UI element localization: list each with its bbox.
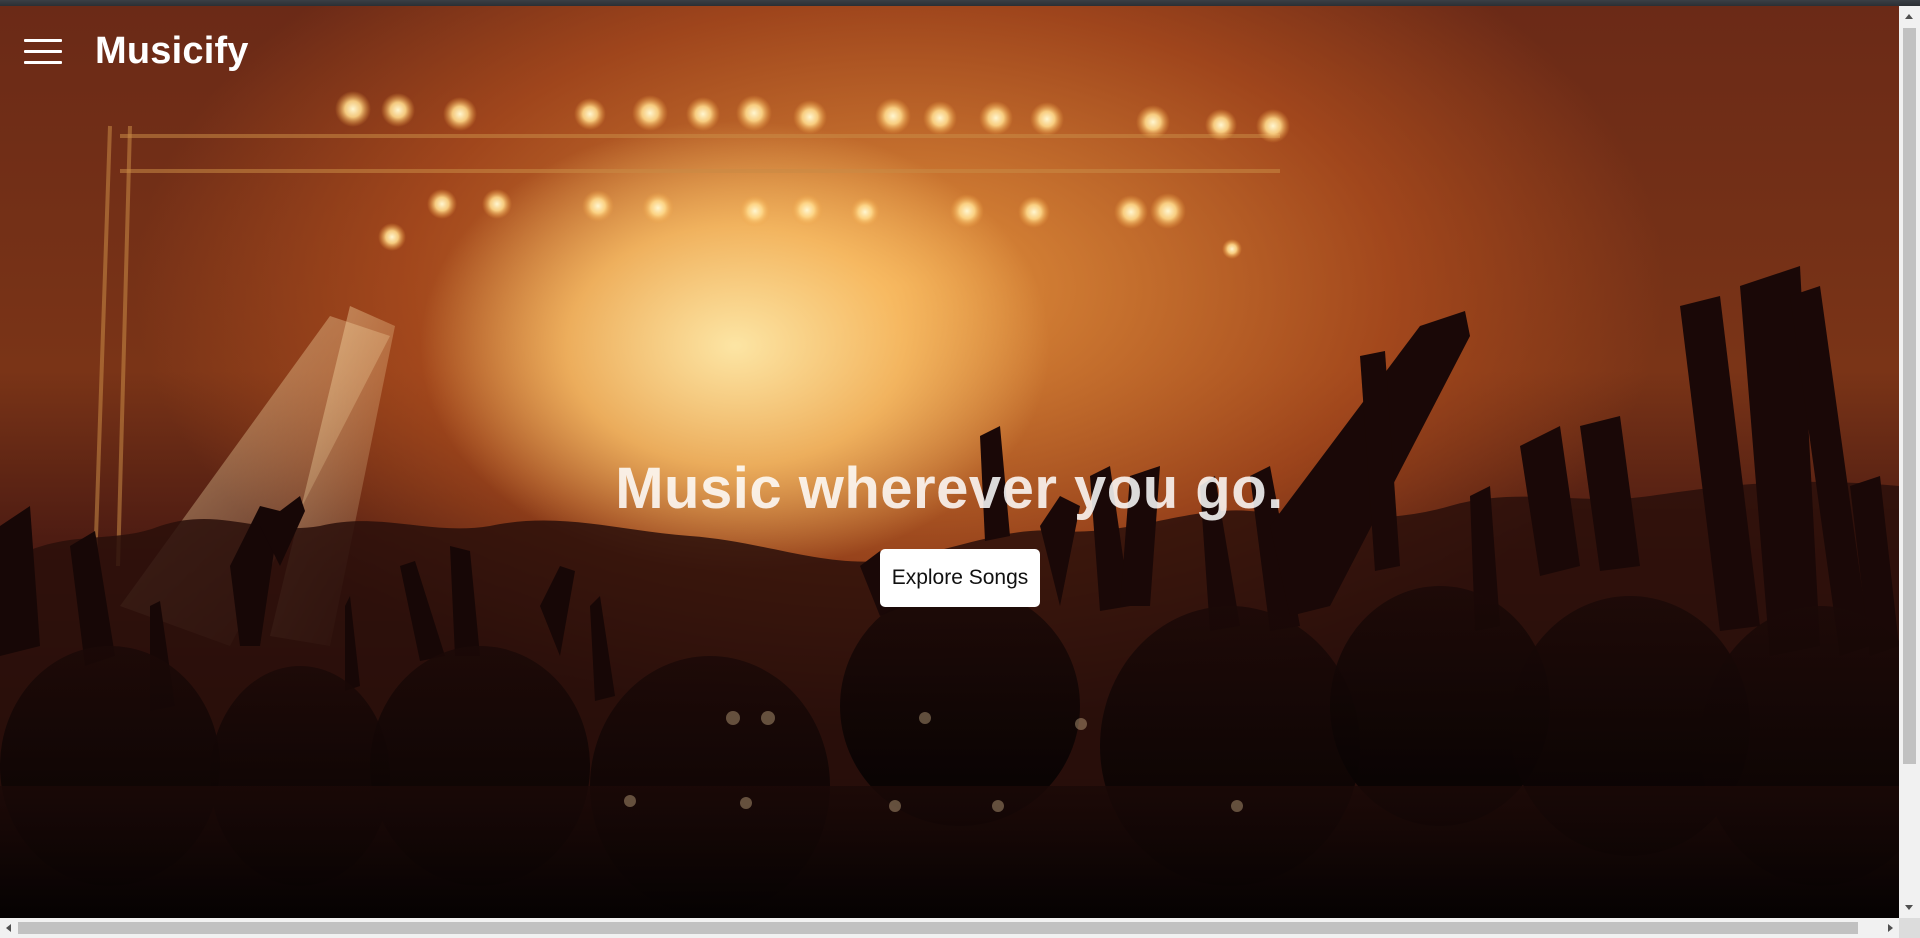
explore-songs-button[interactable]: Explore Songs [880, 549, 1040, 607]
window-top-edge [0, 0, 1920, 6]
hamburger-menu-icon[interactable] [24, 37, 62, 65]
hamburger-line [24, 39, 62, 42]
scroll-right-arrow-icon[interactable] [1888, 924, 1893, 932]
hamburger-line [24, 61, 62, 64]
horizontal-scrollbar-thumb[interactable] [18, 922, 1858, 934]
horizontal-scrollbar[interactable] [0, 918, 1899, 938]
scroll-down-arrow-icon[interactable] [1905, 905, 1913, 910]
scroll-left-arrow-icon[interactable] [6, 924, 11, 932]
scrollbar-corner [1899, 918, 1920, 938]
hero-headline: Music wherever you go. [615, 456, 1284, 521]
top-navigation: Musicify [0, 6, 1899, 96]
brand-logo[interactable]: Musicify [95, 30, 249, 73]
hamburger-line [24, 50, 62, 53]
scroll-up-arrow-icon[interactable] [1905, 14, 1913, 19]
page: Musicify Music wherever you go. Explore … [0, 0, 1920, 938]
vertical-scrollbar[interactable] [1899, 6, 1920, 918]
vertical-scrollbar-thumb[interactable] [1903, 28, 1916, 764]
